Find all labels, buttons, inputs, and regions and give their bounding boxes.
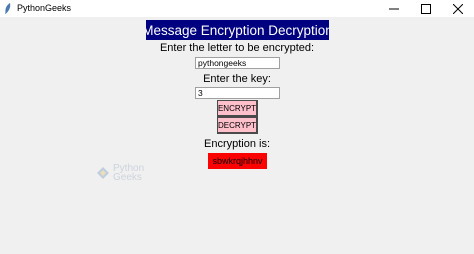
minimize-icon (389, 8, 399, 9)
title-bar: PythonGeeks (0, 0, 474, 17)
result-label: Encryption is: (203, 138, 271, 150)
main-content: Message Encryption Decryption Enter the … (0, 17, 474, 254)
message-input[interactable] (195, 57, 280, 69)
minimize-button[interactable] (378, 0, 410, 17)
text-input-label: Enter the letter to be encrypted: (159, 42, 315, 54)
close-icon (453, 3, 463, 14)
key-input[interactable] (195, 87, 280, 99)
maximize-icon (421, 3, 431, 14)
maximize-button[interactable] (410, 0, 442, 17)
decrypt-button[interactable]: DECRYPT (217, 117, 258, 134)
watermark-line-2: Geeks (113, 172, 142, 183)
window-title: PythonGeeks (17, 3, 72, 13)
encrypt-button[interactable]: ENCRYPT (217, 100, 258, 117)
close-button[interactable] (442, 0, 474, 17)
watermark-logo: Python Geeks (95, 164, 144, 183)
key-input-label: Enter the key: (203, 73, 271, 85)
page-title: Message Encryption Decryption (146, 20, 329, 40)
feather-icon (5, 3, 11, 14)
python-logo-icon (97, 167, 109, 179)
result-output: sbwkrqjhhnv (208, 153, 267, 169)
